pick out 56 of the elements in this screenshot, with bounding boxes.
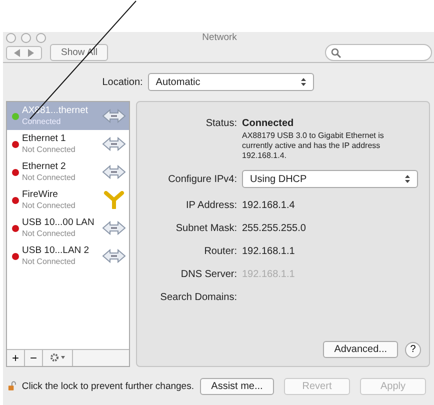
stepper-arrows-icon [405, 175, 410, 183]
configure-dropdown[interactable]: Using DHCP [242, 170, 418, 188]
status-value: Connected [242, 118, 295, 129]
location-label: Location: [102, 76, 143, 88]
service-name: Ethernet 1 [22, 133, 67, 144]
service-status: Not Connected [22, 256, 76, 267]
field-value: 255.255.255.0 [242, 223, 307, 234]
back-forward-control[interactable] [6, 46, 42, 60]
arrows-icon [102, 220, 126, 236]
service-status: Connected [22, 116, 62, 127]
field-label: IP Address: [185, 200, 237, 211]
arrows-icon [102, 108, 126, 124]
field-label: Router: [203, 246, 237, 257]
back-icon[interactable] [13, 48, 21, 57]
service-status: Not Connected [22, 228, 76, 239]
dns-server-field[interactable]: 192.168.1.1 [242, 269, 362, 280]
arrows-icon [102, 248, 126, 264]
configure-label: Configure IPv4: [167, 174, 237, 184]
service-name: USB 10...LAN 2 [22, 245, 90, 256]
close-button[interactable] [6, 32, 16, 43]
service-name: USB 10...00 LAN [22, 217, 96, 228]
service-status: Not Connected [22, 172, 76, 183]
search-field[interactable] [325, 44, 432, 62]
window-title: Network [201, 32, 238, 44]
search-icon [331, 48, 341, 58]
gear-icon [50, 353, 66, 362]
help-button[interactable]: ? [405, 342, 421, 358]
field-label: DNS Server: [180, 269, 237, 280]
arrows-icon [102, 136, 126, 152]
field-value: 192.168.1.1 [242, 246, 296, 257]
list-button[interactable]: + [7, 350, 25, 366]
service-item[interactable]: FireWire Not Connected [7, 186, 129, 214]
arrows-icon [102, 164, 126, 180]
field-value: 192.168.1.4 [242, 200, 296, 211]
footer-button[interactable]: Assist me... [200, 378, 274, 394]
service-status: Not Connected [22, 144, 76, 155]
field-label: Subnet Mask: [174, 223, 237, 234]
status-label: Status: [204, 118, 237, 129]
service-status: Not Connected [22, 200, 76, 211]
list-button[interactable]: − [25, 350, 43, 366]
minimize-button[interactable] [21, 32, 31, 43]
forward-icon[interactable] [27, 48, 35, 57]
service-item[interactable]: Ethernet 2 Not Connected [7, 158, 129, 186]
service-name: Ethernet 2 [22, 161, 67, 172]
service-item[interactable]: USB 10...LAN 2 Not Connected [7, 242, 129, 270]
lock-message: Click the lock to prevent further changes. [22, 380, 194, 392]
advanced-button[interactable]: Advanced... [323, 341, 398, 358]
service-item[interactable]: USB 10...00 LAN Not Connected [7, 214, 129, 242]
zoom-button[interactable] [36, 32, 46, 43]
field-label: Search Domains: [159, 292, 237, 303]
service-item[interactable]: Ethernet 1 Not Connected [7, 130, 129, 158]
stepper-arrows-icon [300, 78, 306, 86]
status-note: AX88179 USB 3.0 to Gigabit Ethernet is currently active and has the IP address 192.168.1.4. [242, 131, 385, 161]
y-shape-icon [102, 191, 126, 209]
location-dropdown[interactable]: Automatic [148, 73, 314, 91]
service-name: FireWire [22, 189, 59, 200]
